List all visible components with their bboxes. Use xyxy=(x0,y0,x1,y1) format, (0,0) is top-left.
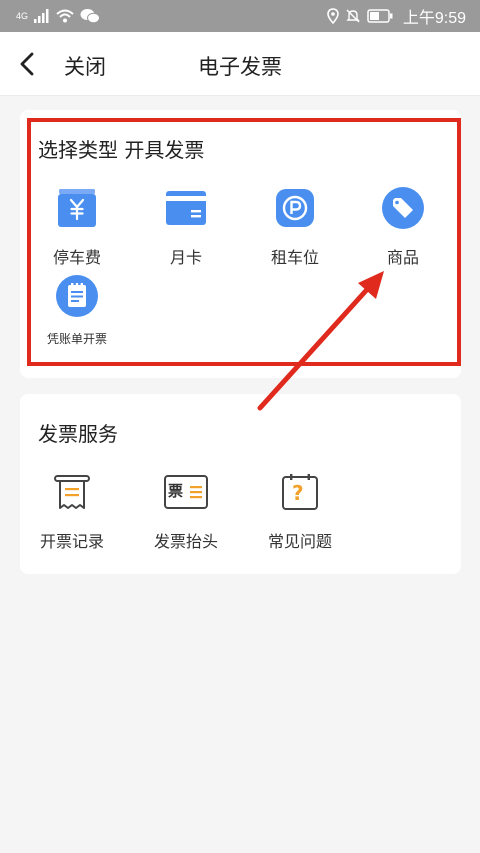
wifi-icon xyxy=(56,9,74,23)
invoice-type-by-bill[interactable]: 凭账单开票 xyxy=(27,274,127,347)
item-label: 商品 xyxy=(386,248,419,267)
item-label: 月卡 xyxy=(169,248,202,267)
nav-bar: 关闭 电子发票 xyxy=(0,32,480,96)
close-button[interactable]: 关闭 xyxy=(64,51,106,81)
network-type: 4G xyxy=(16,11,29,21)
receipt-record-icon xyxy=(50,470,94,514)
service-invoice-header[interactable]: 票 发票抬头 xyxy=(136,470,236,552)
mute-bell-icon xyxy=(346,9,360,23)
wechat-icon xyxy=(80,9,101,24)
signal-icon xyxy=(34,9,49,23)
location-icon xyxy=(327,8,339,24)
invoice-type-card: 选择类型 开具发票 停车费 月卡 租车位 商品 凭账单开票 xyxy=(20,110,461,378)
bill-icon xyxy=(55,274,99,318)
faq-icon: ? xyxy=(278,470,322,514)
item-label: 发票抬头 xyxy=(153,532,218,551)
parking-icon xyxy=(273,186,317,230)
item-label: 停车费 xyxy=(52,248,101,267)
invoice-header-icon-glyph: 票 xyxy=(168,482,184,500)
invoice-header-icon: 票 xyxy=(164,470,208,514)
service-invoice-records[interactable]: 开票记录 xyxy=(22,470,122,552)
card-icon xyxy=(164,186,208,230)
item-label: 凭账单开票 xyxy=(46,332,107,346)
item-label: 常见问题 xyxy=(267,532,332,551)
faq-icon-glyph: ? xyxy=(292,481,304,505)
invoice-type-monthly-card[interactable]: 月卡 xyxy=(136,186,236,268)
item-label: 开票记录 xyxy=(39,532,104,551)
invoice-service-title: 发票服务 xyxy=(38,422,118,446)
status-bar: 4G 上午9:59 xyxy=(0,0,480,32)
invoice-type-rent-spot[interactable]: 租车位 xyxy=(245,186,345,268)
invoice-service-card: 发票服务 开票记录 票 发票抬头 ? 常见问题 xyxy=(20,394,461,574)
yen-receipt-icon xyxy=(55,186,99,230)
clock: 上午9:59 xyxy=(402,10,466,27)
service-faq[interactable]: ? 常见问题 xyxy=(250,470,350,552)
invoice-type-title: 选择类型 开具发票 xyxy=(38,138,205,162)
status-left: 4G xyxy=(16,8,101,24)
back-arrow-icon[interactable] xyxy=(14,50,42,78)
invoice-type-parking-fee[interactable]: 停车费 xyxy=(27,186,127,268)
tag-icon xyxy=(381,186,425,230)
status-right: 上午9:59 xyxy=(327,4,466,28)
item-label: 租车位 xyxy=(270,248,319,267)
invoice-type-goods[interactable]: 商品 xyxy=(353,186,453,268)
battery-icon xyxy=(367,9,393,23)
